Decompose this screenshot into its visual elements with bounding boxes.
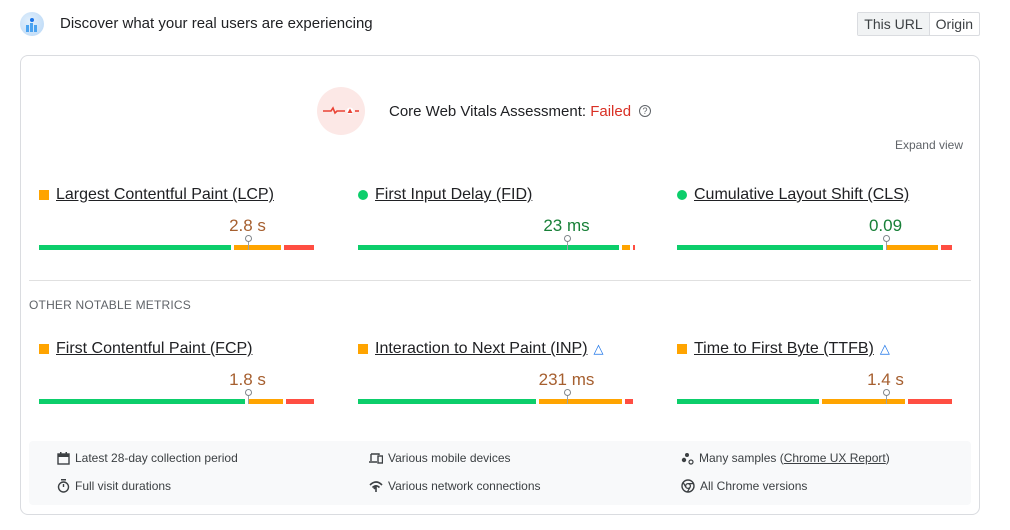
samples-icon	[681, 452, 694, 465]
metric-inp: Interaction to Next Paint (INP) △ 231 ms	[358, 340, 636, 404]
bar-segment-good	[358, 245, 619, 250]
assessment-label: Core Web Vitals Assessment:	[389, 102, 591, 120]
metric-cls: Cumulative Layout Shift (CLS) 0.09	[677, 186, 955, 250]
bar-segment-poor	[283, 245, 314, 250]
distribution-bar	[39, 235, 317, 250]
section-divider	[29, 280, 971, 281]
origin-button[interactable]: Origin	[930, 13, 979, 35]
metric-header: Time to First Byte (TTFB) △	[677, 340, 955, 358]
crux-users-icon	[20, 12, 44, 36]
bar-segment-needs-improvement	[233, 245, 281, 250]
metric-value: 23 ms	[543, 216, 590, 235]
p75-marker-icon	[882, 389, 890, 404]
cwv-assessment: Core Web Vitals Assessment: Failed ?	[317, 86, 652, 136]
bar-segment-needs-improvement	[885, 245, 939, 250]
metric-lcp: Largest Contentful Paint (LCP) 2.8 s	[39, 186, 317, 250]
network-icon	[369, 481, 383, 492]
p75-marker-icon	[563, 235, 571, 250]
info-text: Various mobile devices	[388, 451, 511, 465]
distribution-bar	[677, 235, 955, 250]
bar-segment-needs-improvement	[247, 399, 284, 404]
metric-header: Cumulative Layout Shift (CLS)	[677, 186, 955, 204]
metric-name-link[interactable]: Time to First Byte (TTFB)	[694, 340, 874, 358]
experimental-flask-icon: △	[879, 341, 890, 356]
bar-segment-poor	[624, 399, 633, 404]
metric-name-link[interactable]: First Contentful Paint (FCP)	[56, 340, 253, 358]
metric-value: 2.8 s	[229, 216, 266, 235]
bar-segment-needs-improvement	[621, 245, 631, 250]
page-title: Discover what your real users are experi…	[60, 15, 373, 32]
rating-good-icon	[358, 190, 368, 200]
rating-needs-improvement-icon	[677, 344, 687, 354]
distribution-bar	[39, 389, 317, 404]
expand-view-button[interactable]: Expand view	[895, 138, 963, 152]
bar-segment-good	[677, 399, 819, 404]
metric-ttfb: Time to First Byte (TTFB) △ 1.4 s	[677, 340, 955, 404]
metric-header: First Input Delay (FID)	[358, 186, 636, 204]
chrome-icon	[681, 479, 695, 493]
info-visit-durations: Full visit durations	[57, 479, 171, 493]
field-data-card: Core Web Vitals Assessment: Failed ? Exp…	[20, 55, 980, 515]
bar-segment-needs-improvement	[538, 399, 622, 404]
rating-needs-improvement-icon	[39, 344, 49, 354]
info-text: All Chrome versions	[700, 479, 808, 493]
metric-name-link[interactable]: First Input Delay (FID)	[375, 186, 532, 204]
bar-segment-poor	[907, 399, 952, 404]
info-samples: Many samples (Chrome UX Report)	[681, 451, 890, 465]
this-url-button[interactable]: This URL	[858, 13, 930, 35]
info-chrome-versions: All Chrome versions	[681, 479, 807, 493]
metric-value: 1.4 s	[867, 370, 904, 389]
info-text: Full visit durations	[75, 479, 172, 493]
info-network: Various network connections	[369, 479, 541, 493]
bar-segment-good	[677, 245, 883, 250]
assessment-text: Core Web Vitals Assessment: Failed	[389, 103, 631, 120]
info-devices: Various mobile devices	[369, 451, 511, 465]
metric-name-link[interactable]: Cumulative Layout Shift (CLS)	[694, 186, 909, 204]
bar-segment-poor	[286, 399, 314, 404]
rating-needs-improvement-icon	[39, 190, 49, 200]
p75-marker-icon	[563, 389, 571, 404]
url-origin-toggle: This URL Origin	[857, 12, 980, 36]
metric-name-link[interactable]: Interaction to Next Paint (INP)	[375, 340, 588, 358]
metric-value: 0.09	[868, 216, 903, 235]
other-metrics-heading: OTHER NOTABLE METRICS	[29, 298, 191, 312]
info-text-suffix: )	[885, 451, 890, 465]
metric-fcp: First Contentful Paint (FCP) 1.8 s	[39, 340, 317, 404]
bar-segment-good	[358, 399, 536, 404]
chrome-ux-report-link[interactable]: Chrome UX Report	[784, 451, 886, 465]
p75-marker-icon	[244, 235, 252, 250]
info-text: Latest 28-day collection period	[75, 451, 238, 465]
help-icon[interactable]: ?	[639, 105, 652, 117]
bar-segment-good	[39, 245, 231, 250]
timer-icon	[57, 479, 70, 493]
bar-segment-needs-improvement	[821, 399, 905, 404]
assessment-failed-icon	[317, 87, 365, 135]
p75-marker-icon	[882, 235, 890, 250]
metric-header: First Contentful Paint (FCP)	[39, 340, 317, 358]
metric-name-link[interactable]: Largest Contentful Paint (LCP)	[56, 186, 274, 204]
metric-header: Largest Contentful Paint (LCP)	[39, 186, 317, 204]
devices-icon	[369, 453, 383, 464]
p75-marker-icon	[244, 389, 252, 404]
info-collection-period: Latest 28-day collection period	[57, 451, 238, 465]
metric-value: 1.8 s	[229, 370, 266, 389]
info-text: Various network connections	[388, 479, 541, 493]
metric-header: Interaction to Next Paint (INP) △	[358, 340, 636, 358]
data-info-panel: Latest 28-day collection period Various …	[29, 441, 971, 505]
header: Discover what your real users are experi…	[20, 10, 980, 38]
distribution-bar	[358, 389, 636, 404]
bar-segment-poor	[633, 245, 636, 250]
info-text: Many samples (	[699, 451, 784, 465]
experimental-flask-icon: △	[593, 341, 604, 356]
distribution-bar	[677, 389, 955, 404]
calendar-icon	[57, 451, 70, 465]
assessment-status: Failed	[590, 102, 632, 120]
rating-needs-improvement-icon	[358, 344, 368, 354]
bar-segment-poor	[941, 245, 952, 250]
bar-segment-good	[39, 399, 245, 404]
metric-value: 231 ms	[538, 370, 595, 389]
distribution-bar	[358, 235, 636, 250]
metric-fid: First Input Delay (FID) 23 ms	[358, 186, 636, 250]
rating-good-icon	[677, 190, 687, 200]
